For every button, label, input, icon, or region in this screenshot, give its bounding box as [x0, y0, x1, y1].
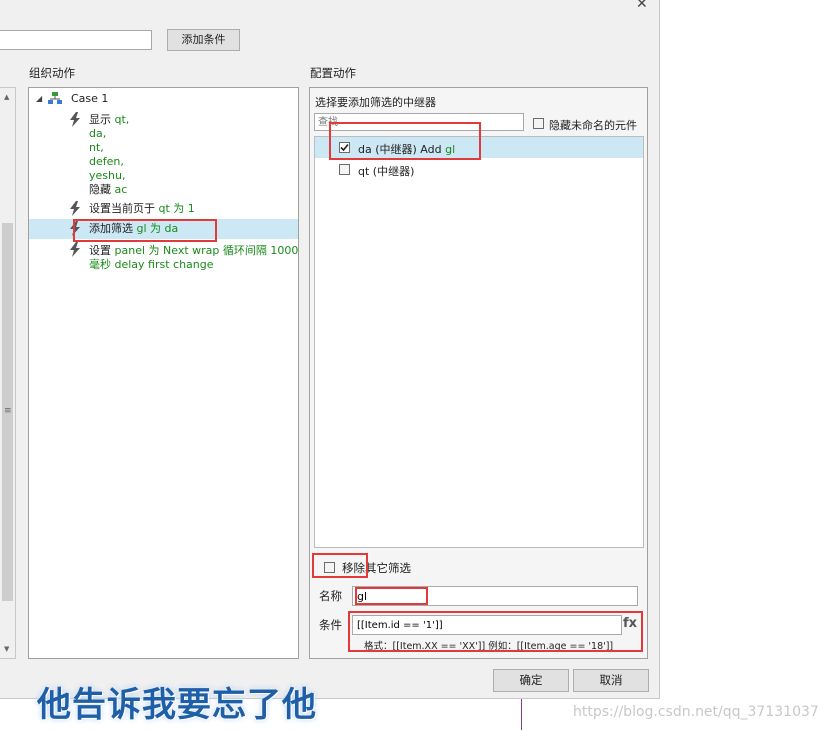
action-set-panel[interactable]: 设置 panel 为 Next wrap 循环间隔 1000 毫秒 delay … — [69, 241, 299, 273]
checkmark-icon — [340, 143, 349, 152]
lightning-icon — [70, 242, 80, 257]
remove-other-filters-label: 移除其它筛选 — [342, 561, 411, 575]
cancel-button[interactable]: 取消 — [573, 669, 649, 692]
repeater-list: da (中继器) Add gl qt (中继器) — [314, 136, 644, 548]
configure-actions-label: 配置动作 — [310, 66, 356, 80]
add-condition-button[interactable]: 添加条件 — [167, 29, 240, 51]
config-panel: 选择要添加筛选的中继器 隐藏未命名的元件 da (中继器) Add gl qt … — [309, 87, 648, 659]
cursor-line — [521, 699, 522, 730]
action-show-hide[interactable]: 显示 qt, da, nt, defen, yeshu, 隐藏 ac — [69, 110, 269, 200]
repeater-item-da[interactable]: da (中继器) Add gl — [315, 137, 643, 158]
condition-input[interactable] — [352, 615, 622, 635]
close-icon[interactable]: ✕ — [636, 0, 648, 12]
repeater-search-input[interactable] — [314, 113, 524, 131]
repeater-checkbox[interactable] — [339, 164, 350, 175]
left-scrollbar[interactable]: ▲ ≡ ▼ — [0, 87, 16, 659]
scroll-grip-icon: ≡ — [4, 406, 12, 416]
repeater-checkbox[interactable] — [339, 142, 350, 153]
ok-button[interactable]: 确定 — [493, 669, 569, 692]
repeater-item-qt[interactable]: qt (中继器) — [315, 159, 643, 180]
collapse-arrow-icon[interactable]: ◢ — [36, 94, 42, 103]
case-icon — [48, 92, 62, 104]
remove-other-filters-checkbox[interactable] — [324, 562, 335, 573]
select-repeater-label: 选择要添加筛选的中继器 — [315, 96, 436, 109]
fx-icon[interactable]: fx — [623, 616, 637, 631]
format-hint: 格式：[[Item.XX == 'XX']] 例如：[[Item.age == … — [364, 641, 614, 652]
case-name-input[interactable] — [0, 30, 152, 50]
lightning-icon — [70, 221, 80, 236]
scroll-up-icon[interactable]: ▲ — [4, 93, 9, 101]
case-label[interactable]: Case 1 — [71, 92, 108, 106]
watermark-url: https://blog.csdn.net/qq_37131037 — [573, 704, 819, 720]
filter-name-input[interactable] — [352, 586, 638, 606]
hide-unnamed-checkbox[interactable] — [533, 118, 544, 129]
action-set-current-page[interactable]: 设置当前页于 qt 为 1 — [69, 200, 289, 218]
lightning-icon — [70, 112, 80, 127]
case-tree-panel: ◢ Case 1 显示 qt, da, nt, defen, yeshu, 隐藏… — [28, 87, 299, 659]
dialog-window: ✕ 添加条件 组织动作 配置动作 ▲ ≡ ▼ ◢ Case 1 显示 qt, d… — [0, 0, 660, 699]
action-add-filter[interactable]: 添加筛选 gl 为 da — [29, 219, 298, 239]
scroll-down-icon[interactable]: ▼ — [4, 645, 9, 653]
hide-unnamed-label: 隐藏未命名的元件 — [549, 119, 637, 132]
condition-label: 条件 — [319, 618, 342, 632]
name-label: 名称 — [319, 589, 342, 603]
lightning-icon — [70, 201, 80, 216]
caption-text: 他告诉我要忘了他 — [37, 685, 317, 725]
organize-actions-label: 组织动作 — [29, 66, 75, 80]
